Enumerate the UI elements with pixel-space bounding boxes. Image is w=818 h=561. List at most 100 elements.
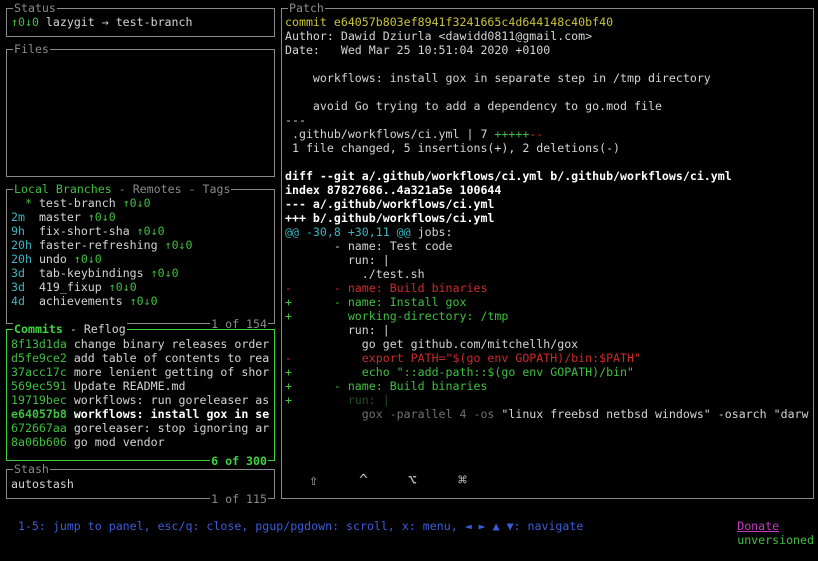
patch-text: index 87827686..4a321a5e 100644	[285, 183, 502, 197]
command-key-icon: ⌘	[458, 471, 468, 489]
patch-text: +++ b/.github/workflows/ci.yml	[285, 211, 495, 225]
branches-tabs: Local Branches - Remotes - Tags	[13, 182, 232, 196]
branch-age: 9h	[11, 224, 32, 238]
branch-row[interactable]: * test-branch ↑0↓0	[11, 196, 151, 210]
commit-row[interactable]: 8a06b606 go mod vendor	[11, 435, 165, 449]
patch-line: - name: Test code	[285, 239, 453, 253]
tab-commits[interactable]: Commits	[14, 322, 63, 336]
branch-name: master	[38, 210, 81, 224]
branch-row[interactable]: 4d achievements ↑0↓0	[11, 294, 158, 308]
shift-key-icon: ⇧	[309, 471, 319, 489]
patch-line: go get github.com/mitchellh/gox	[285, 337, 578, 351]
branch-row[interactable]: 2m master ↑0↓0	[11, 210, 116, 224]
patch-text: +	[285, 393, 292, 407]
commit-row[interactable]: 569ec591 Update README.md	[11, 379, 186, 393]
branch-age: 2m	[11, 210, 32, 224]
status-panel[interactable]: Status ↑0↓0 lazygit → test-branch	[6, 1, 275, 37]
patch-line: + - name: Build binaries	[285, 379, 487, 393]
branch-name: test-branch	[38, 196, 116, 210]
branch-name: faster-refreshing	[38, 238, 158, 252]
patch-text: + echo "::add-path::$(go env GOPATH)/bin…	[285, 365, 635, 379]
branch-tracking: ↑0↓0	[164, 238, 193, 252]
branch-row[interactable]: 20h faster-refreshing ↑0↓0	[11, 238, 193, 252]
branch-age: 20h	[11, 238, 32, 252]
patch-text: jobs:	[410, 225, 453, 239]
commit-sha: 19719bec	[11, 393, 67, 407]
commit-row[interactable]: 8f13d1da change binary releases order	[11, 337, 269, 351]
commit-sha: d5fe9ce2	[11, 351, 67, 365]
commit-row[interactable]: e64057b8 workflows: install gox in se	[11, 407, 269, 421]
commit-row[interactable]: 37acc17c more lenient getting of shor	[11, 365, 269, 379]
patch-line: ---	[285, 113, 306, 127]
tab-local-branches[interactable]: Local Branches	[14, 182, 112, 196]
patch-text: --- a/.github/workflows/ci.yml	[285, 197, 495, 211]
tab-remotes[interactable]: Remotes	[133, 182, 182, 196]
branch-name: 419_fixup	[38, 280, 102, 294]
branch-age: 3d	[11, 266, 32, 280]
patch-line: avoid Go trying to add a dependency to g…	[285, 99, 662, 113]
patch-text: Date: Wed Mar 25 10:51:04 2020 +0100	[285, 43, 551, 57]
branches-panel[interactable]: Local Branches - Remotes - Tags * test-b…	[6, 182, 275, 331]
tab-tags[interactable]: Tags	[203, 182, 231, 196]
status-title: Status	[13, 1, 57, 15]
version-label: unversioned	[737, 533, 814, 547]
commits-panel[interactable]: Commits - Reflog 8f13d1da change binary …	[6, 322, 275, 468]
patch-title: Patch	[288, 1, 325, 15]
patch-text: diff --git a/.github/workflows/ci.yml b/…	[285, 169, 732, 183]
patch-line: index 87827686..4a321a5e 100644	[285, 183, 501, 197]
commits-count: 6 of 300	[210, 454, 268, 468]
patch-text: commit e64057b803ef8941f3241665c4d644148…	[285, 15, 614, 29]
patch-text: +++++	[494, 127, 530, 141]
patch-line: + run: |	[285, 393, 390, 407]
patch-text: workflows: install gox in separate step …	[285, 71, 711, 85]
patch-line: - export PATH="$(go env GOPATH)/bin:$PAT…	[285, 351, 641, 365]
patch-panel[interactable]: Patch commit e64057b803ef8941f3241665c4d…	[281, 1, 814, 499]
patch-text: ---	[285, 113, 306, 127]
branch-age: 4d	[11, 294, 32, 308]
branch-age: 3d	[11, 280, 32, 294]
stash-panel[interactable]: Stash autostash 1 of 115	[6, 462, 275, 506]
files-panel[interactable]: Files	[6, 42, 275, 177]
branch-tracking: ↑0↓0	[129, 294, 158, 308]
patch-text: --	[529, 127, 544, 141]
branch-row[interactable]: 3d 419_fixup ↑0↓0	[11, 280, 137, 294]
patch-text: run: |	[285, 253, 390, 267]
commit-row[interactable]: d5fe9ce2 add table of contents to rea	[11, 351, 269, 365]
commit-message: Update README.md	[73, 379, 186, 393]
branch-row[interactable]: 9h fix-short-sha ↑0↓0	[11, 224, 165, 238]
patch-text: + - name: Build binaries	[285, 379, 488, 393]
patch-text: 1 file changed, 5 insertions(+), 2 delet…	[285, 141, 621, 155]
patch-line: 1 file changed, 5 insertions(+), 2 delet…	[285, 141, 620, 155]
branch-tracking: ↑0↓0	[73, 252, 102, 266]
help-text: 1-5: jump to panel, esc/q: close, pgup/p…	[17, 519, 584, 533]
status-line: ↑0↓0 lazygit → test-branch	[11, 15, 192, 29]
branch-tracking: ↑0↓0	[87, 210, 116, 224]
commit-row[interactable]: 19719bec workflows: run goreleaser as	[11, 393, 269, 407]
stash-title: Stash	[13, 462, 50, 476]
commit-message: change binary releases order	[73, 337, 270, 351]
patch-line: run: |	[285, 323, 390, 337]
patch-text: "linux freebsd netbsd windows" -osarch "…	[494, 407, 809, 421]
branch-row[interactable]: 3d tab-keybindings ↑0↓0	[11, 266, 179, 280]
patch-text: - name: Test code	[285, 239, 453, 253]
patch-line: .github/workflows/ci.yml | 7 +++++--	[285, 127, 543, 141]
ahead-behind: ↑0↓0	[11, 15, 39, 29]
donate-link[interactable]: Donate	[737, 519, 779, 533]
tab-reflog[interactable]: Reflog	[84, 322, 126, 336]
option-key-icon: ⌥	[408, 471, 418, 489]
stash-count: 1 of 115	[210, 492, 268, 506]
patch-line: diff --git a/.github/workflows/ci.yml b/…	[285, 169, 732, 183]
commit-message: workflows: run goreleaser as	[73, 393, 270, 407]
stash-item[interactable]: autostash	[11, 477, 74, 491]
branch-row[interactable]: 20h undo ↑0↓0	[11, 252, 102, 266]
branch-name: undo	[38, 252, 67, 266]
patch-text: run: |	[285, 323, 390, 337]
patch-line: workflows: install gox in separate step …	[285, 71, 711, 85]
patch-text: + - name: Install gox	[285, 295, 467, 309]
commit-message: go mod vendor	[73, 435, 165, 449]
commit-sha: e64057b8	[11, 407, 67, 421]
commit-message: workflows: install gox in se	[73, 407, 270, 421]
commit-message: add table of contents to rea	[73, 351, 270, 365]
patch-text: go get github.com/mitchellh/gox	[285, 337, 579, 351]
commit-row[interactable]: 672667aa goreleaser: stop ignoring ar	[11, 421, 269, 435]
